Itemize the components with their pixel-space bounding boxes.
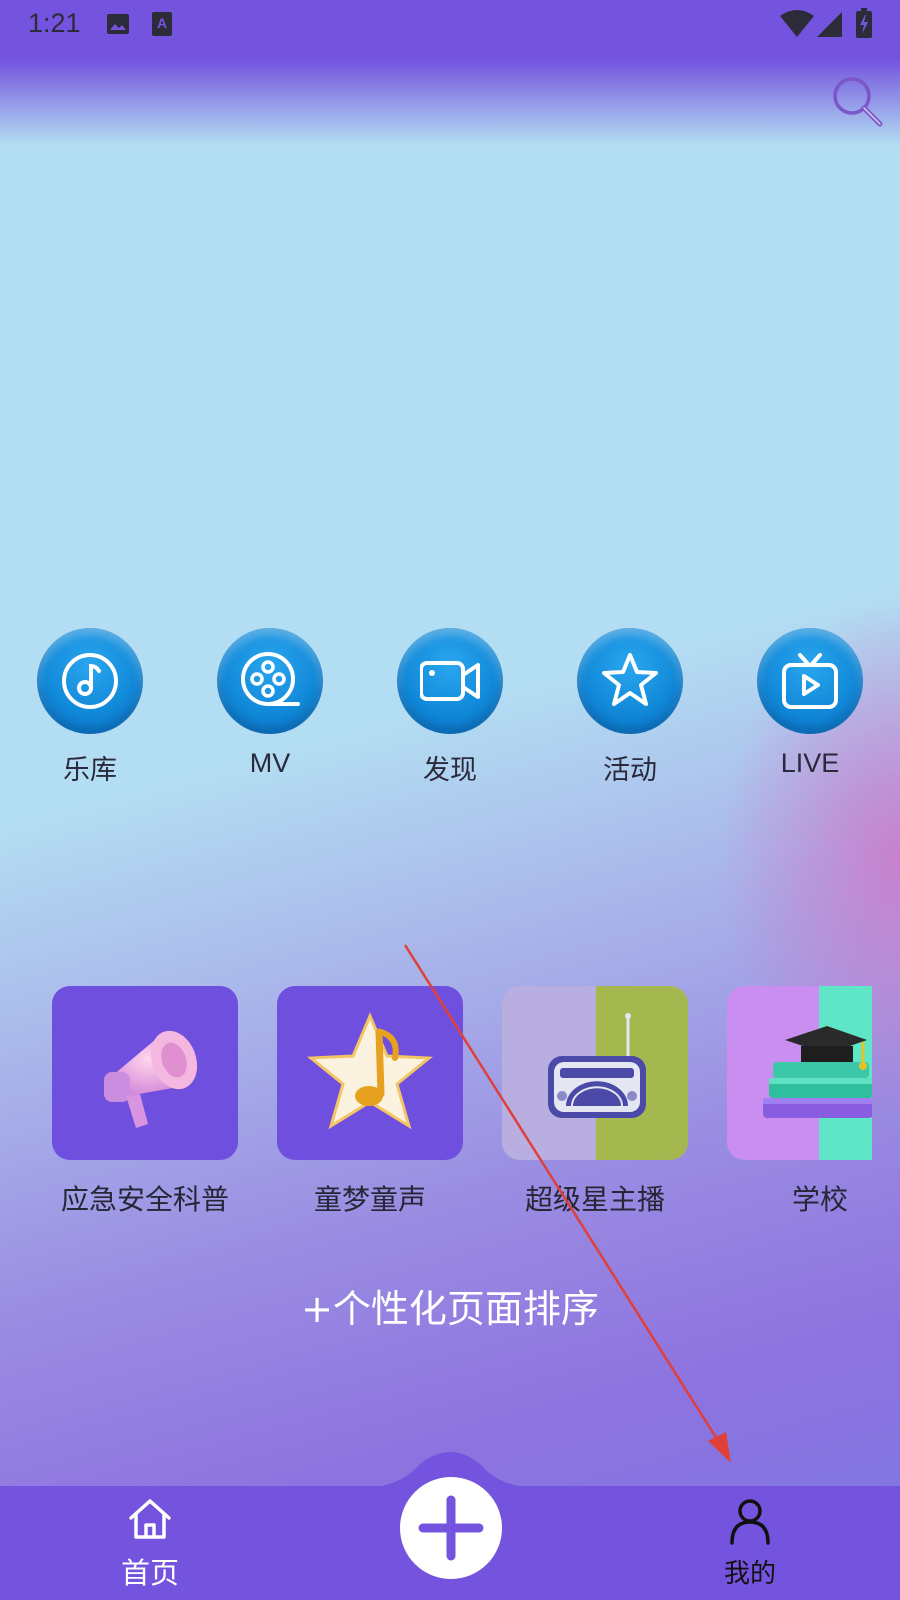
quick-nav-music-library[interactable]: 乐库 <box>18 628 158 788</box>
film-reel-icon <box>241 652 300 706</box>
page-background <box>0 0 900 1600</box>
star-music-icon <box>307 1012 433 1130</box>
card-label: 学校 <box>791 1183 848 1216</box>
card-childrens-dream[interactable] <box>277 986 463 1160</box>
quick-nav-live[interactable]: LIVE <box>738 628 878 788</box>
tv-play-icon <box>782 653 838 709</box>
quick-nav: 乐库 MV 发现 活动 LIVE <box>0 628 900 788</box>
nav-home[interactable]: 首页 <box>90 1486 210 1600</box>
card-label: 应急安全科普 <box>60 1183 229 1216</box>
personalize-sort-link[interactable]: +个性化页面排序 <box>0 1278 900 1333</box>
card-label: 超级星主播 <box>524 1183 665 1216</box>
status-time: 1:21 <box>28 8 81 38</box>
card-super-star-anchor[interactable] <box>502 986 688 1160</box>
user-icon <box>730 1499 770 1545</box>
quick-nav-label: 发现 <box>423 755 477 785</box>
plus-icon <box>418 1495 484 1561</box>
quick-nav-activity[interactable]: 活动 <box>558 628 698 788</box>
svg-text:A: A <box>157 15 167 31</box>
graduation-cap-icon <box>763 1026 872 1118</box>
search-button[interactable] <box>830 74 886 130</box>
add-button[interactable] <box>400 1477 502 1579</box>
quick-nav-label: MV <box>249 748 291 778</box>
battery-icon <box>856 8 872 38</box>
wifi-icon <box>780 10 814 37</box>
quick-nav-label: 乐库 <box>63 755 117 785</box>
music-note-icon <box>62 653 118 709</box>
star-icon <box>602 653 658 706</box>
video-camera-icon <box>420 661 480 701</box>
nav-home-label: 首页 <box>120 1556 179 1590</box>
card-label: 童梦童声 <box>313 1183 426 1216</box>
signal-icon <box>817 12 842 37</box>
nav-mine[interactable]: 我的 <box>690 1486 810 1600</box>
quick-nav-mv[interactable]: MV <box>198 628 338 788</box>
card-school[interactable] <box>727 986 872 1160</box>
quick-nav-label: LIVE <box>780 748 840 778</box>
card-emergency-safety[interactable] <box>52 986 238 1160</box>
quick-nav-discover[interactable]: 发现 <box>378 628 518 788</box>
radio-icon <box>548 1013 646 1118</box>
megaphone-icon <box>104 1030 198 1128</box>
text-a-icon: A <box>152 12 172 36</box>
home-icon <box>129 1499 171 1539</box>
nav-mine-label: 我的 <box>723 1559 776 1589</box>
search-icon <box>833 77 883 127</box>
image-icon <box>107 14 129 34</box>
category-cards: 应急安全科普 童梦童声 超级星主播 学校 <box>0 986 900 1216</box>
quick-nav-label: 活动 <box>603 755 657 785</box>
status-bar: 1:21 A <box>0 0 900 50</box>
